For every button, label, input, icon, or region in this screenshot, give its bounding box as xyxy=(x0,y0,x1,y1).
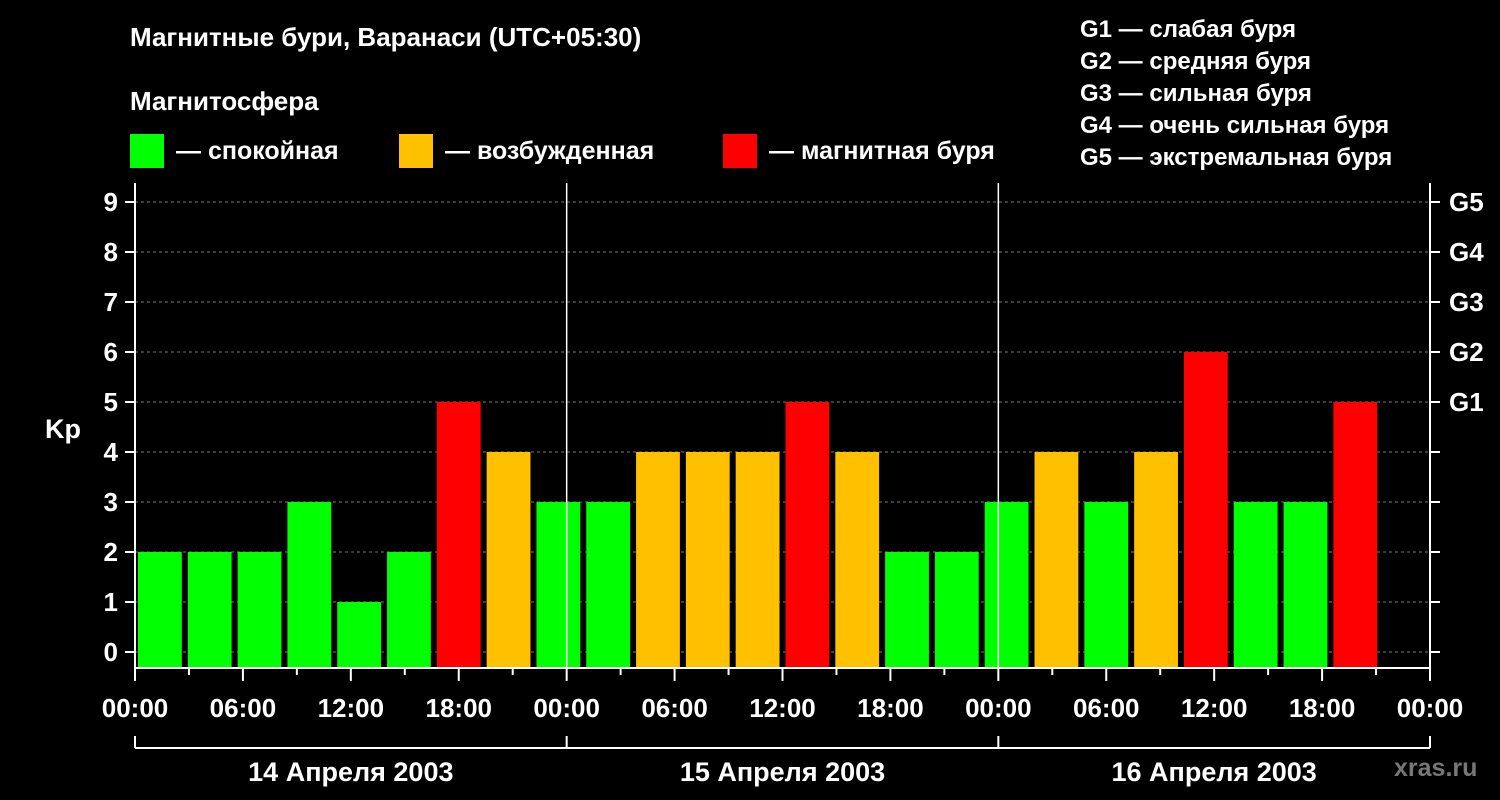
kp-bar xyxy=(287,502,332,668)
kp-bar xyxy=(586,502,631,668)
kp-bar xyxy=(138,552,182,668)
kp-bar xyxy=(685,452,730,668)
kp-bar xyxy=(1183,352,1228,668)
day-label: 15 Апреля 2003 xyxy=(680,757,885,787)
x-tick-label: 06:00 xyxy=(641,693,708,723)
g-tick-label: G4 xyxy=(1449,237,1484,267)
kp-bar xyxy=(486,452,531,668)
kp-bar xyxy=(984,502,1029,668)
y-tick-label: 8 xyxy=(104,237,118,267)
kp-bar xyxy=(1034,452,1079,668)
g-tick-label: G3 xyxy=(1449,287,1484,317)
x-tick-label: 06:00 xyxy=(210,693,277,723)
x-tick-label: 00:00 xyxy=(533,693,600,723)
kp-bar xyxy=(785,402,830,668)
kp-bar xyxy=(337,602,382,668)
y-tick-label: 6 xyxy=(104,337,118,367)
y-axis-label: Kp xyxy=(45,414,81,444)
kp-bar xyxy=(636,452,680,668)
x-tick-label: 12:00 xyxy=(318,693,385,723)
x-tick-label: 18:00 xyxy=(857,693,924,723)
kp-bar xyxy=(1134,452,1178,668)
y-tick-label: 0 xyxy=(104,637,118,667)
kp-bar xyxy=(536,502,581,668)
kp-bar xyxy=(1333,402,1378,668)
kp-bar xyxy=(934,552,979,668)
kp-bar xyxy=(1233,502,1278,668)
y-tick-label: 1 xyxy=(104,587,118,617)
kp-bar xyxy=(735,452,780,668)
kp-bar xyxy=(187,552,232,668)
kp-bar xyxy=(1283,502,1328,668)
y-tick-label: 2 xyxy=(104,537,118,567)
g-tick-label: G2 xyxy=(1449,337,1484,367)
x-tick-label: 00:00 xyxy=(965,693,1032,723)
brand-watermark: xras.ru xyxy=(1394,754,1478,782)
g-tick-label: G5 xyxy=(1449,187,1484,217)
y-tick-label: 3 xyxy=(104,487,118,517)
day-label: 14 Апреля 2003 xyxy=(248,757,453,787)
x-tick-label: 12:00 xyxy=(749,693,816,723)
x-tick-label: 00:00 xyxy=(102,693,169,723)
kp-bar xyxy=(387,552,431,668)
kp-bar-chart: 0 1 2 3 4 5 6 7 8 9 G1 G2 G3 G4 G5 00:00 06:00 12:00 18:00… xyxy=(45,183,1484,787)
kp-bar xyxy=(885,552,929,668)
y-tick-label: 7 xyxy=(104,287,118,317)
kp-bar xyxy=(1084,502,1129,668)
kp-bar xyxy=(436,402,481,668)
y-tick-label: 5 xyxy=(104,387,118,417)
x-tick-label: 12:00 xyxy=(1181,693,1248,723)
kp-bar xyxy=(835,452,880,668)
g-tick-label: G1 xyxy=(1449,387,1484,417)
day-label: 16 Апреля 2003 xyxy=(1112,757,1317,787)
x-tick-label: 00:00 xyxy=(1397,693,1464,723)
x-tick-label: 18:00 xyxy=(426,693,493,723)
x-tick-label: 18:00 xyxy=(1289,693,1356,723)
kp-bar xyxy=(237,552,282,668)
y-tick-label: 4 xyxy=(104,437,119,467)
x-tick-label: 06:00 xyxy=(1073,693,1140,723)
y-tick-label: 9 xyxy=(104,187,118,217)
